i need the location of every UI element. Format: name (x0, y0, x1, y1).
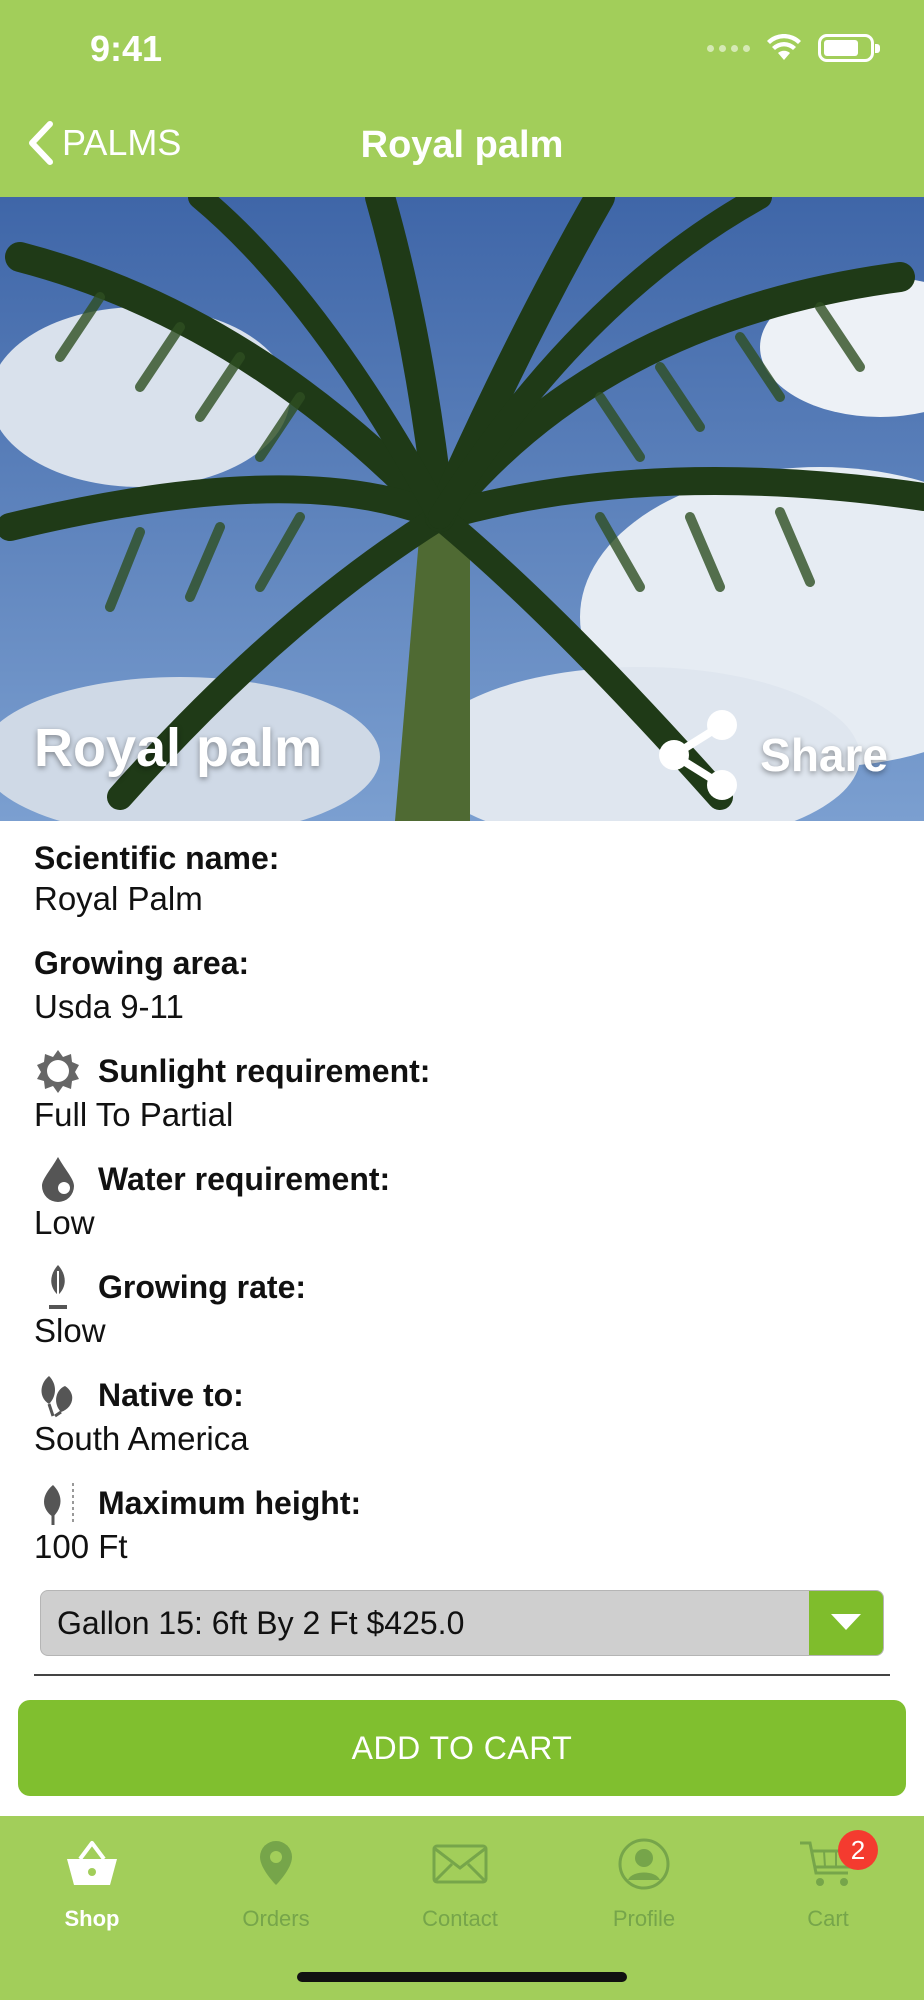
share-label: Share (760, 729, 888, 781)
divider (34, 1674, 890, 1676)
status-time: 9:41 (90, 28, 163, 69)
detail-value: Slow (34, 1312, 106, 1349)
sun-icon (34, 1047, 82, 1095)
cart-count-badge: 2 (838, 1830, 878, 1870)
detail-value: Low (34, 1204, 95, 1241)
status-icons (707, 34, 880, 62)
detail-value: 100 Ft (34, 1528, 128, 1565)
home-indicator[interactable] (297, 1972, 627, 1982)
envelope-icon (432, 1844, 488, 1884)
detail-value: South America (34, 1420, 249, 1457)
detail-growing-rate: Growing rate: Slow (34, 1264, 894, 1350)
detail-value: Full To Partial (34, 1096, 234, 1133)
growing-rate-icon (34, 1263, 82, 1311)
detail-native-to: Native to: South America (34, 1372, 894, 1458)
plant-details: Scientific name: Royal Palm Growing area… (34, 838, 894, 1568)
detail-label: Sunlight requirement: (98, 1052, 431, 1089)
water-drop-icon (34, 1155, 82, 1203)
detail-sunlight: Sunlight requirement: Full To Partial (34, 1048, 894, 1134)
top-bar: 9:41 PALMS Royal palm (0, 0, 924, 197)
detail-label: Scientific name: (34, 839, 280, 876)
basket-icon (67, 1841, 117, 1885)
detail-label: Native to: (98, 1376, 244, 1413)
page-title: Royal palm (360, 124, 564, 166)
detail-water: Water requirement: Low (34, 1156, 894, 1242)
leaves-icon (34, 1371, 82, 1419)
tab-cart[interactable]: Cart 2 (736, 1830, 920, 1932)
share-icon (659, 710, 738, 800)
wifi-icon (767, 34, 801, 60)
dropdown-arrow-button[interactable] (809, 1591, 883, 1655)
battery-icon (818, 34, 880, 62)
tab-label: Shop (64, 1906, 120, 1931)
share-button[interactable]: Share (656, 709, 888, 801)
detail-max-height: Maximum height: 100 Ft (34, 1480, 894, 1566)
add-to-cart-button[interactable]: ADD TO CART (18, 1700, 906, 1796)
cellular-signal-icon (707, 44, 750, 52)
detail-label: Growing rate: (98, 1268, 307, 1305)
tab-shop[interactable]: Shop (0, 1836, 184, 1932)
detail-growing-area: Growing area: Usda 9-11 (34, 940, 894, 1026)
hero-image: Royal palm Share (0, 197, 924, 821)
detail-scientific-name: Scientific name: Royal Palm (34, 838, 894, 918)
detail-label: Maximum height: (98, 1484, 362, 1521)
detail-value: Royal Palm (34, 880, 203, 917)
tab-label: Cart (807, 1906, 849, 1931)
size-dropdown-value: Gallon 15: 6ft By 2 Ft $425.0 (57, 1605, 465, 1641)
tab-orders[interactable]: Orders (184, 1836, 368, 1932)
tab-profile[interactable]: Profile (552, 1836, 736, 1932)
profile-icon (618, 1838, 670, 1890)
tab-label: Orders (242, 1906, 310, 1931)
size-dropdown[interactable]: Gallon 15: 6ft By 2 Ft $425.0 (40, 1590, 884, 1656)
hero-title: Royal palm (34, 718, 323, 778)
tab-label: Profile (612, 1906, 676, 1931)
detail-label: Growing area: (34, 944, 250, 981)
tab-label: Contact (422, 1906, 498, 1931)
tab-contact[interactable]: Contact (368, 1836, 552, 1932)
detail-value: Usda 9-11 (34, 988, 184, 1025)
detail-label: Water requirement: (98, 1160, 391, 1197)
plant-height-icon (34, 1479, 82, 1527)
location-pin-icon (260, 1841, 292, 1885)
caret-down-icon (831, 1614, 861, 1630)
